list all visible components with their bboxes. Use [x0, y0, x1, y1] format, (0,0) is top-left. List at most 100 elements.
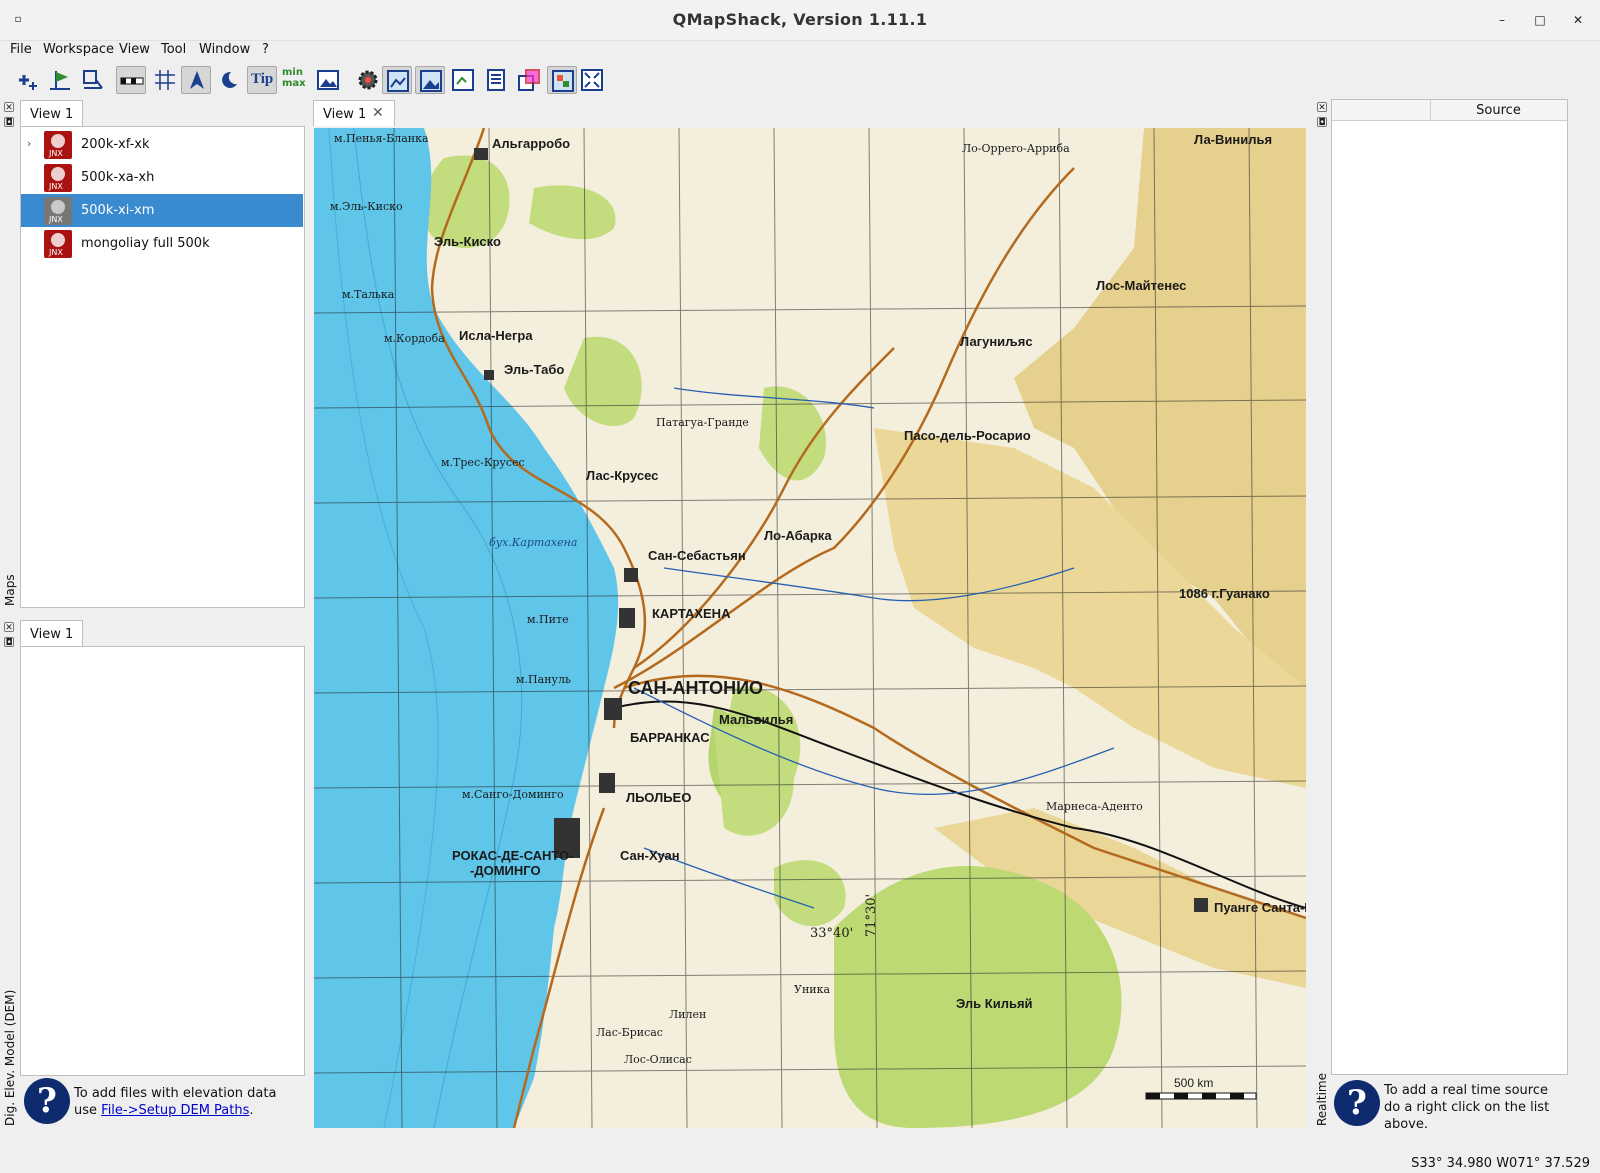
svg-text:JNX: JNX: [48, 215, 63, 224]
north-arrow-toggle[interactable]: [181, 66, 211, 94]
add-map-button[interactable]: [12, 66, 42, 94]
map-view-button-1[interactable]: [382, 66, 412, 94]
map-label: Эль-Киско: [434, 234, 501, 249]
map-label: Сан-Себастьян: [648, 548, 746, 563]
maps-dock-close-icon[interactable]: ✕: [4, 102, 14, 113]
map-label: Лос-Олисас: [624, 1053, 692, 1066]
map-label: бух.Картахена: [489, 536, 578, 549]
menu-file[interactable]: File: [10, 42, 32, 57]
add-map-icon: [19, 75, 37, 90]
map-canvas[interactable]: м.Пенья-Бланка Альгарробо м.Эль-Киско Эл…: [314, 128, 1306, 1128]
menu-help[interactable]: ?: [262, 42, 269, 57]
grid-toggle[interactable]: [150, 66, 180, 94]
workspace-icon: [83, 70, 103, 89]
maps-view-tab[interactable]: View 1: [20, 100, 84, 126]
dem-dock-close-icon[interactable]: ✕: [4, 622, 14, 633]
map-label: Патагуа-Гранде: [656, 416, 749, 429]
dem-view-tab[interactable]: View 1: [20, 620, 84, 646]
setup-dem-paths-link[interactable]: File->Setup DEM Paths: [101, 1103, 249, 1118]
map-view-button-6[interactable]: [547, 66, 577, 94]
map-label: Пасо-дель-Росарио: [904, 428, 1031, 443]
menu-workspace[interactable]: Workspace: [43, 42, 114, 57]
dem-dock-float-icon[interactable]: ◘: [4, 637, 14, 648]
map-label: м.Пите: [527, 613, 569, 626]
map-view-icon: [387, 70, 409, 92]
map-view-button-3[interactable]: [448, 66, 478, 94]
realtime-source-list: Source: [1331, 99, 1568, 1075]
maps-dock-label: Maps: [3, 574, 17, 606]
image-button[interactable]: [313, 66, 343, 94]
map-item[interactable]: JNX 500k-xa-xh: [21, 161, 303, 194]
map-label: Лос-Майтенес: [1096, 278, 1187, 293]
dem-dock-label: Dig. Elev. Model (DEM): [3, 989, 17, 1126]
setup-button[interactable]: [353, 66, 383, 94]
map-file-icon: JNX: [44, 131, 72, 159]
map-label: Ла-Винилья: [1194, 132, 1273, 147]
map-label: -ДОМИНГО: [470, 863, 541, 878]
menu-bar: File Workspace View Tool Window ?: [0, 40, 1600, 62]
realtime-dock-close-icon[interactable]: ✕: [1317, 102, 1327, 113]
map-label: Уника: [794, 983, 831, 996]
menu-window[interactable]: Window: [199, 42, 250, 57]
map-item[interactable]: JNX mongoliay full 500k: [21, 227, 303, 260]
close-tab-icon[interactable]: ✕: [372, 105, 384, 121]
map-label: Сан-Хуан: [620, 848, 680, 863]
map-view-5-icon: [518, 69, 540, 91]
map-label: 33°40': [810, 926, 854, 941]
window-title: QMapShack, Version 1.11.1: [672, 10, 928, 29]
map-file-icon: JNX: [44, 164, 72, 192]
map-item-label: 500k-xi-xm: [81, 203, 155, 218]
dem-list: [20, 646, 305, 1076]
tooltip-toggle[interactable]: Tip: [247, 66, 277, 94]
map-label: Пуанге Санта-Ро: [1214, 900, 1306, 915]
svg-text:JNX: JNX: [48, 248, 63, 257]
map-label: м.Санго-Доминго: [462, 788, 564, 801]
map-view-button-2[interactable]: [415, 66, 445, 94]
grid-icon: [155, 70, 175, 90]
map-view-3-icon: [452, 69, 474, 91]
map-view-4-icon: [487, 69, 505, 91]
map-label: Лагуниљяс: [960, 334, 1033, 349]
map-label: РОКАС-ДЕ-САНТО-: [452, 848, 574, 863]
source-column-header[interactable]: Source: [1332, 100, 1567, 121]
minmax-toggle[interactable]: min max: [280, 66, 310, 94]
tooltip-icon: Tip: [251, 71, 274, 87]
status-coordinates: S33° 34.980 W071° 37.529: [1411, 1156, 1590, 1171]
map-view-button-4[interactable]: [481, 66, 511, 94]
map-label: Лo-Абарка: [764, 528, 832, 543]
map-item-label: 500k-xa-xh: [81, 170, 155, 185]
map-label: м.Пануль: [516, 673, 571, 686]
map-label: БАРРАНКАС: [630, 730, 710, 745]
close-button[interactable]: ✕: [1568, 10, 1588, 30]
image-icon: [317, 70, 339, 90]
expand-arrow-icon[interactable]: ›: [27, 137, 31, 150]
map-label: 1086 г.Гуанако: [1179, 586, 1270, 601]
map-label: Мальвилья: [719, 712, 794, 727]
scale-icon: [120, 77, 144, 85]
night-mode-toggle[interactable]: [214, 66, 244, 94]
flag-icon: [50, 71, 70, 90]
map-item[interactable]: › JNX 200k-xf-xk: [21, 128, 303, 161]
map-label: Лас-Брисас: [596, 1026, 663, 1039]
svg-text:JNX: JNX: [48, 182, 63, 191]
center-view-tab[interactable]: View 1 ✕: [313, 100, 395, 126]
dem-help-text: To add files with elevation data use Fil…: [74, 1086, 277, 1118]
fullscreen-button[interactable]: [577, 66, 607, 94]
workspace-button[interactable]: [78, 66, 108, 94]
map-item-selected[interactable]: JNX 500k-xi-xm: [21, 194, 303, 227]
map-label: ЛЬОЛЬЕО: [626, 790, 692, 805]
map-view-button-5[interactable]: [514, 66, 544, 94]
menu-view[interactable]: View: [119, 42, 150, 57]
menu-tool[interactable]: Tool: [161, 42, 186, 57]
map-label: Ло-Орреrо-Арриба: [962, 142, 1070, 155]
add-waypoint-button[interactable]: [45, 66, 75, 94]
maximize-button[interactable]: □: [1530, 10, 1550, 30]
map-label: м.Эль-Киско: [330, 200, 403, 213]
minimize-button[interactable]: –: [1492, 10, 1512, 30]
maps-dock-float-icon[interactable]: ◘: [4, 117, 14, 128]
realtime-dock-float-icon[interactable]: ◘: [1317, 117, 1327, 128]
map-item-label: mongoliay full 500k: [81, 236, 210, 251]
map-label: Эль Кильяй: [956, 996, 1033, 1011]
map-label: м.Кордоба: [384, 332, 445, 345]
scale-toggle[interactable]: [116, 66, 146, 94]
